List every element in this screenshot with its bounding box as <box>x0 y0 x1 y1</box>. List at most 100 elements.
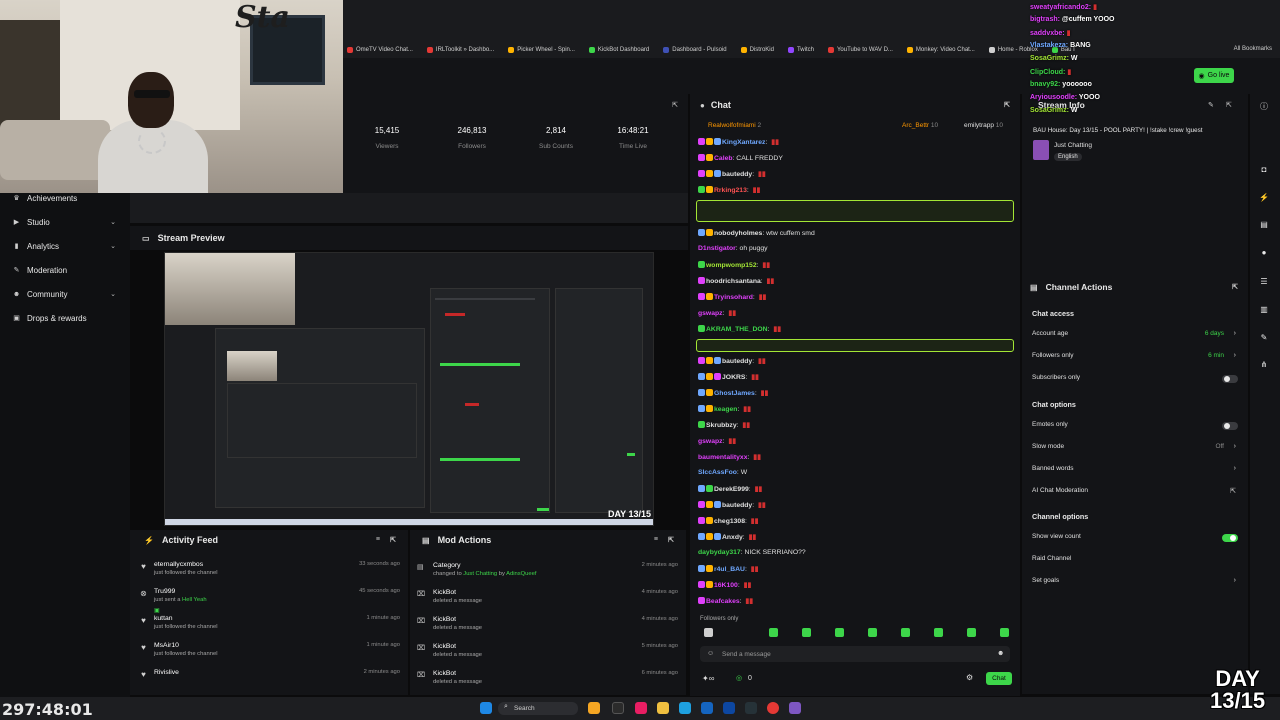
emote-quick-icon[interactable] <box>868 628 877 637</box>
app-icon[interactable] <box>635 702 647 714</box>
bookmark-item[interactable]: YouTube to WAV D... <box>827 47 893 53</box>
bookmark-item[interactable]: Picker Wheel - Spin... <box>508 47 575 53</box>
mod-action-actor[interactable]: AdinsQueef <box>506 571 536 577</box>
windows-start-icon[interactable] <box>480 702 492 714</box>
chat-username[interactable]: JOKRS <box>722 374 745 381</box>
sidebar-item-drops-rewards[interactable]: ▣ Drops & rewards <box>0 308 130 328</box>
chat-username[interactable]: Anxdy <box>722 534 743 541</box>
chat-username[interactable]: KingXantarez <box>722 139 765 146</box>
emote-quick-icon[interactable] <box>802 628 811 637</box>
app-icon[interactable] <box>789 702 801 714</box>
chat-top-user[interactable]: emilytrapp 10 <box>964 122 1003 129</box>
wrench-icon[interactable]: ✎ <box>1258 333 1270 345</box>
subscribers-only-toggle[interactable] <box>1222 375 1238 383</box>
popout-icon[interactable]: ⇱ <box>1232 283 1238 291</box>
list-icon[interactable]: ☰ <box>1258 277 1270 289</box>
info-icon[interactable]: ⓘ <box>1258 101 1270 113</box>
activity-user[interactable]: eternallycxmbos <box>154 561 203 568</box>
taskbar-search[interactable]: Search <box>498 702 578 715</box>
app-icon[interactable] <box>588 702 600 714</box>
chat-username[interactable]: SlccAssFoo <box>698 469 737 476</box>
chat-username[interactable]: daybyday317 <box>698 549 741 556</box>
task-view-icon[interactable] <box>612 702 624 714</box>
chat-username[interactable]: Rrking213 <box>714 187 747 194</box>
emote-quick-icon[interactable] <box>1000 628 1009 637</box>
chat-username[interactable]: gswapz <box>698 310 723 317</box>
chat-username[interactable]: baumentalityxx <box>698 454 747 461</box>
ai-moderation-row[interactable]: AI Chat Moderation ⇱ <box>1032 487 1238 499</box>
emoji-icon[interactable]: ☺ <box>707 650 714 657</box>
chat-username[interactable]: 16K100 <box>714 582 738 589</box>
emote-quick-icon[interactable] <box>901 628 910 637</box>
app-icon[interactable] <box>723 702 735 714</box>
file-explorer-icon[interactable] <box>657 702 669 714</box>
go-live-button[interactable]: ◉ Go live <box>1194 68 1234 83</box>
edit-icon[interactable]: ✎ <box>1208 101 1214 109</box>
chat-top-user[interactable]: Arc_Bettr 10 <box>902 122 938 129</box>
sidebar-item-analytics[interactable]: ▮ Analytics ⌄ <box>0 236 130 256</box>
all-bookmarks-button[interactable]: All Bookmarks <box>1234 46 1272 52</box>
chrome-icon[interactable] <box>767 702 779 714</box>
bookmark-item[interactable]: KickBot Dashboard <box>588 47 649 53</box>
chat-username[interactable]: r4ul_BAU <box>714 566 745 573</box>
activity-user[interactable]: Tru999 <box>154 588 175 595</box>
popout-icon[interactable]: ⇱ <box>1004 101 1010 109</box>
mod-tools-icon[interactable]: ✦∞ <box>702 674 714 683</box>
chat-username[interactable]: AKRAM_THE_DON <box>706 326 768 333</box>
edge-icon[interactable] <box>679 702 691 714</box>
camera-icon[interactable]: ◘ <box>1258 165 1270 177</box>
sidebar-item-studio[interactable]: ▶ Studio ⌄ <box>0 212 130 232</box>
emote-quick-icon[interactable] <box>934 628 943 637</box>
sidebar-item-moderation[interactable]: ✎ Moderation <box>0 260 130 280</box>
activity-user[interactable]: MsAir10 <box>154 642 179 649</box>
slow-mode-row[interactable]: Slow mode Off › <box>1032 443 1238 455</box>
emote-picker-icon[interactable]: ☻ <box>997 650 1004 657</box>
chat-username[interactable]: wompwomp152 <box>706 262 757 269</box>
set-goals-row[interactable]: Set goals › <box>1032 577 1238 589</box>
activity-user[interactable]: kuttan <box>154 615 173 622</box>
chat-username[interactable]: cheg1308 <box>714 518 745 525</box>
sidebar-item-achievements[interactable]: ♛ Achievements <box>0 188 130 208</box>
chat-icon[interactable]: ● <box>1258 248 1270 260</box>
popout-icon[interactable]: ⇱ <box>672 101 678 109</box>
emote-quick-icon[interactable] <box>835 628 844 637</box>
bookmark-item[interactable]: Dashboard - Pulsoid <box>663 47 727 53</box>
show-view-count-toggle[interactable] <box>1222 534 1238 542</box>
hdd-icon[interactable]: ▥ <box>1258 305 1270 317</box>
popout-icon[interactable]: ⇱ <box>1226 101 1232 109</box>
bookmark-item[interactable]: Twitch <box>787 47 814 53</box>
account-age-row[interactable]: Account age 6 days › <box>1032 330 1238 342</box>
chat-username[interactable]: bauteddy <box>722 502 752 509</box>
raid-channel-row[interactable]: Raid Channel <box>1032 555 1238 567</box>
sidebar-item-community[interactable]: ☻ Community ⌄ <box>0 284 130 304</box>
bookmark-item[interactable]: DistroKid <box>740 47 774 53</box>
chat-settings-icon[interactable]: ⚙ <box>966 673 973 682</box>
popout-icon[interactable]: ⇱ <box>390 536 396 544</box>
emote-quick-icon[interactable] <box>704 628 713 637</box>
chat-username[interactable]: Skrubbzy <box>706 422 737 429</box>
filter-icon[interactable]: ≡ <box>654 536 658 543</box>
bolt-icon[interactable]: ⚡ <box>1258 193 1270 205</box>
bookmark-item[interactable]: OmeTV Video Chat... <box>347 47 413 53</box>
chat-username[interactable]: D1nstigator <box>698 245 736 252</box>
chat-username[interactable]: gswapz <box>698 438 723 445</box>
emote-quick-icon[interactable] <box>967 628 976 637</box>
stream-preview-video[interactable]: DAY 13/15 <box>164 252 654 526</box>
chat-username[interactable]: keagen <box>714 406 737 413</box>
chat-username[interactable]: Caleb <box>714 155 733 162</box>
nodes-icon[interactable]: ⋔ <box>1258 360 1270 372</box>
bookmark-item[interactable]: Monkey: Video Chat... <box>906 47 975 53</box>
emotes-only-toggle[interactable] <box>1222 422 1238 430</box>
followers-only-row[interactable]: Followers only 6 min › <box>1032 352 1238 364</box>
emote-quick-icon[interactable] <box>769 628 778 637</box>
app-icon[interactable] <box>745 702 757 714</box>
chat-username[interactable]: Tryinsohard <box>714 294 753 301</box>
app-icon[interactable] <box>701 702 713 714</box>
banned-words-row[interactable]: Banned words › <box>1032 465 1238 477</box>
filter-icon[interactable]: ≡ <box>376 536 380 543</box>
bookmark-item[interactable]: IRLToolkit » Dashbo... <box>426 47 494 53</box>
popout-icon[interactable]: ⇱ <box>668 536 674 544</box>
activity-user[interactable]: Rivislive <box>154 669 179 676</box>
chat-username[interactable]: DerekE999 <box>714 486 749 493</box>
chat-username[interactable]: Beafcakes <box>706 598 740 605</box>
